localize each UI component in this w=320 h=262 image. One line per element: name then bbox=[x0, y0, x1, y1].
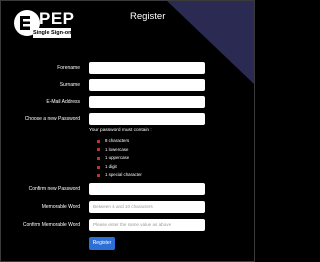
email-input[interactable] bbox=[89, 96, 205, 108]
password-rules-heading: Your password must contain : bbox=[89, 128, 152, 133]
password-rule-item: 1 uppercase bbox=[97, 154, 142, 163]
register-button[interactable]: Register bbox=[89, 237, 115, 250]
password-label: Choose a new Password bbox=[24, 116, 80, 122]
logo-title: PEP bbox=[39, 9, 75, 28]
rule-bullet-icon bbox=[97, 148, 100, 152]
confirm-password-input[interactable] bbox=[89, 183, 205, 195]
confirm-password-label: Confirm new Password bbox=[28, 186, 80, 192]
rule-bullet-icon bbox=[97, 139, 100, 143]
password-input[interactable] bbox=[89, 113, 205, 125]
page-title: Register bbox=[130, 11, 166, 22]
password-rule-item: 1 special character bbox=[97, 171, 142, 180]
confirm-memorable-word-label: Confirm Memorable Word bbox=[22, 222, 80, 228]
surname-input[interactable] bbox=[89, 79, 205, 91]
password-rule-item: 1 lowercase bbox=[97, 146, 142, 155]
rule-bullet-icon bbox=[97, 174, 100, 178]
confirm-memorable-word-input[interactable]: Please enter the same value as above bbox=[89, 219, 205, 231]
password-rule-item: 8 characters bbox=[97, 137, 142, 146]
email-label: E-Mail Address bbox=[46, 99, 80, 105]
rule-bullet-icon bbox=[97, 156, 100, 160]
forename-label: Forename bbox=[57, 65, 80, 71]
rule-bullet-icon bbox=[97, 165, 100, 169]
password-rules-list: 8 characters 1 lowercase 1 uppercase 1 d… bbox=[97, 137, 142, 180]
memorable-word-label: Memorable Word bbox=[41, 204, 80, 210]
logo-subtitle: Single Sign-on bbox=[33, 28, 72, 38]
forename-input[interactable] bbox=[89, 62, 205, 74]
pep-logo: PEP Single Sign-on bbox=[13, 8, 74, 39]
password-rule-item: 1 digit bbox=[97, 163, 142, 172]
memorable-word-input[interactable]: Between 4 and 10 characters bbox=[89, 201, 205, 213]
surname-label: Surname bbox=[59, 82, 80, 88]
